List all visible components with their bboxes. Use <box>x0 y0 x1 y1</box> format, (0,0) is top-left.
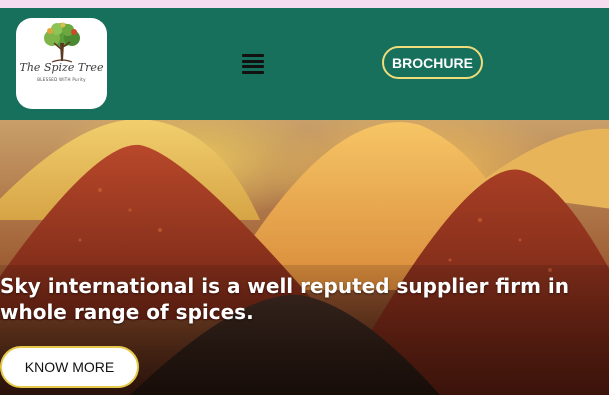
hero-banner: Sky international is a well reputed supp… <box>0 120 609 395</box>
menu-bar <box>242 59 264 63</box>
hamburger-menu-icon[interactable] <box>240 51 266 77</box>
menu-bar <box>242 65 264 69</box>
menu-bar <box>242 54 264 57</box>
know-more-button[interactable]: KNOW MORE <box>0 346 139 388</box>
top-strip <box>0 0 609 8</box>
site-header: The Spize Tree BLESSED WITH Purity BROCH… <box>0 8 609 120</box>
tree-icon <box>43 22 80 63</box>
logo-name: The Spize Tree <box>19 61 104 74</box>
brochure-button[interactable]: BROCHURE <box>382 46 483 79</box>
logo-tagline: BLESSED WITH Purity <box>37 77 86 82</box>
menu-bar <box>242 70 264 74</box>
site-logo[interactable]: The Spize Tree BLESSED WITH Purity <box>16 18 107 109</box>
hero-heading: Sky international is a well reputed supp… <box>0 274 569 324</box>
